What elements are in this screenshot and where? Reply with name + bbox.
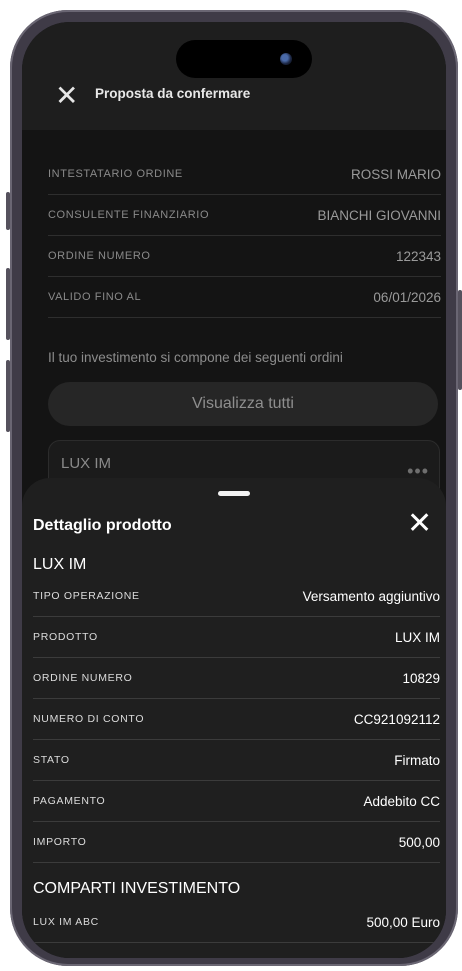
detail-row: IMPORTO 500,00	[33, 822, 440, 863]
info-row-valid-until: VALIDO FINO AL 06/01/2026	[48, 277, 441, 318]
detail-value: 500,00	[398, 834, 440, 850]
comparto-label: LUX IM ABC	[33, 916, 99, 928]
detail-row: PAGAMENTO Addebito CC	[33, 781, 440, 822]
detail-row: PRODOTTO LUX IM	[33, 617, 440, 658]
detail-value: Firmato	[394, 752, 440, 768]
page-title: Proposta da confermare	[95, 86, 251, 101]
info-label: ORDINE NUMERO	[48, 250, 151, 262]
power-button	[458, 290, 462, 390]
detail-row: NUMERO DI CONTO CC921092112	[33, 699, 440, 740]
volume-down-button	[6, 360, 10, 432]
detail-value: CC921092112	[353, 711, 440, 727]
product-card-name: LUX IM	[61, 455, 112, 472]
phone-screen: ✕ Proposta da confermare INTESTATARIO OR…	[22, 22, 446, 958]
side-button	[6, 192, 10, 230]
sheet-handle[interactable]	[218, 491, 250, 496]
detail-row: STATO Firmato	[33, 740, 440, 781]
camera-icon	[280, 53, 292, 65]
detail-value: 10829	[402, 670, 440, 686]
dynamic-island	[176, 40, 312, 78]
info-value: 06/01/2026	[373, 289, 441, 305]
detail-label: NUMERO DI CONTO	[33, 713, 145, 725]
info-value: BIANCHI GIOVANNI	[317, 207, 441, 223]
info-row-order-number: ORDINE NUMERO 122343	[48, 236, 441, 277]
detail-value: LUX IM	[394, 629, 440, 645]
info-label: VALIDO FINO AL	[48, 291, 142, 303]
info-label: CONSULENTE FINANZIARIO	[48, 209, 210, 221]
detail-label: PRODOTTO	[33, 631, 98, 643]
detail-label: PAGAMENTO	[33, 795, 106, 807]
sheet-title: Dettaglio prodotto	[33, 517, 172, 534]
order-info: INTESTATARIO ORDINE ROSSI MARIO CONSULEN…	[48, 154, 441, 318]
product-detail-sheet: Dettaglio prodotto ✕ LUX IM TIPO OPERAZI…	[22, 478, 446, 958]
detail-label: TIPO OPERAZIONE	[33, 590, 140, 602]
info-label: INTESTATARIO ORDINE	[48, 168, 183, 180]
detail-row: TIPO OPERAZIONE Versamento aggiuntivo	[33, 576, 440, 617]
section-title: COMPARTI INVESTIMENTO	[33, 880, 241, 897]
view-all-button[interactable]: Visualizza tutti	[48, 382, 438, 426]
comparti-list: LUX IM ABC 500,00 Euro	[33, 902, 440, 943]
detail-row: ORDINE NUMERO 10829	[33, 658, 440, 699]
detail-list: TIPO OPERAZIONE Versamento aggiuntivo PR…	[33, 576, 440, 863]
detail-label: IMPORTO	[33, 836, 87, 848]
volume-up-button	[6, 268, 10, 340]
comparto-value: 500,00 Euro	[366, 914, 440, 930]
comparto-row: LUX IM ABC 500,00 Euro	[33, 902, 440, 943]
info-row-advisor: CONSULENTE FINANZIARIO BIANCHI GIOVANNI	[48, 195, 441, 236]
detail-value: Addebito CC	[363, 793, 440, 809]
info-row-holder: INTESTATARIO ORDINE ROSSI MARIO	[48, 154, 441, 195]
detail-label: STATO	[33, 754, 70, 766]
sheet-product-name: LUX IM	[33, 556, 87, 573]
info-value: ROSSI MARIO	[350, 166, 441, 182]
close-icon[interactable]: ✕	[55, 82, 79, 110]
intro-text: Il tuo investimento si compone dei segue…	[48, 350, 343, 365]
detail-value: Versamento aggiuntivo	[302, 588, 440, 604]
close-icon[interactable]: ✕	[407, 509, 432, 539]
info-value: 122343	[395, 248, 441, 264]
detail-label: ORDINE NUMERO	[33, 672, 133, 684]
